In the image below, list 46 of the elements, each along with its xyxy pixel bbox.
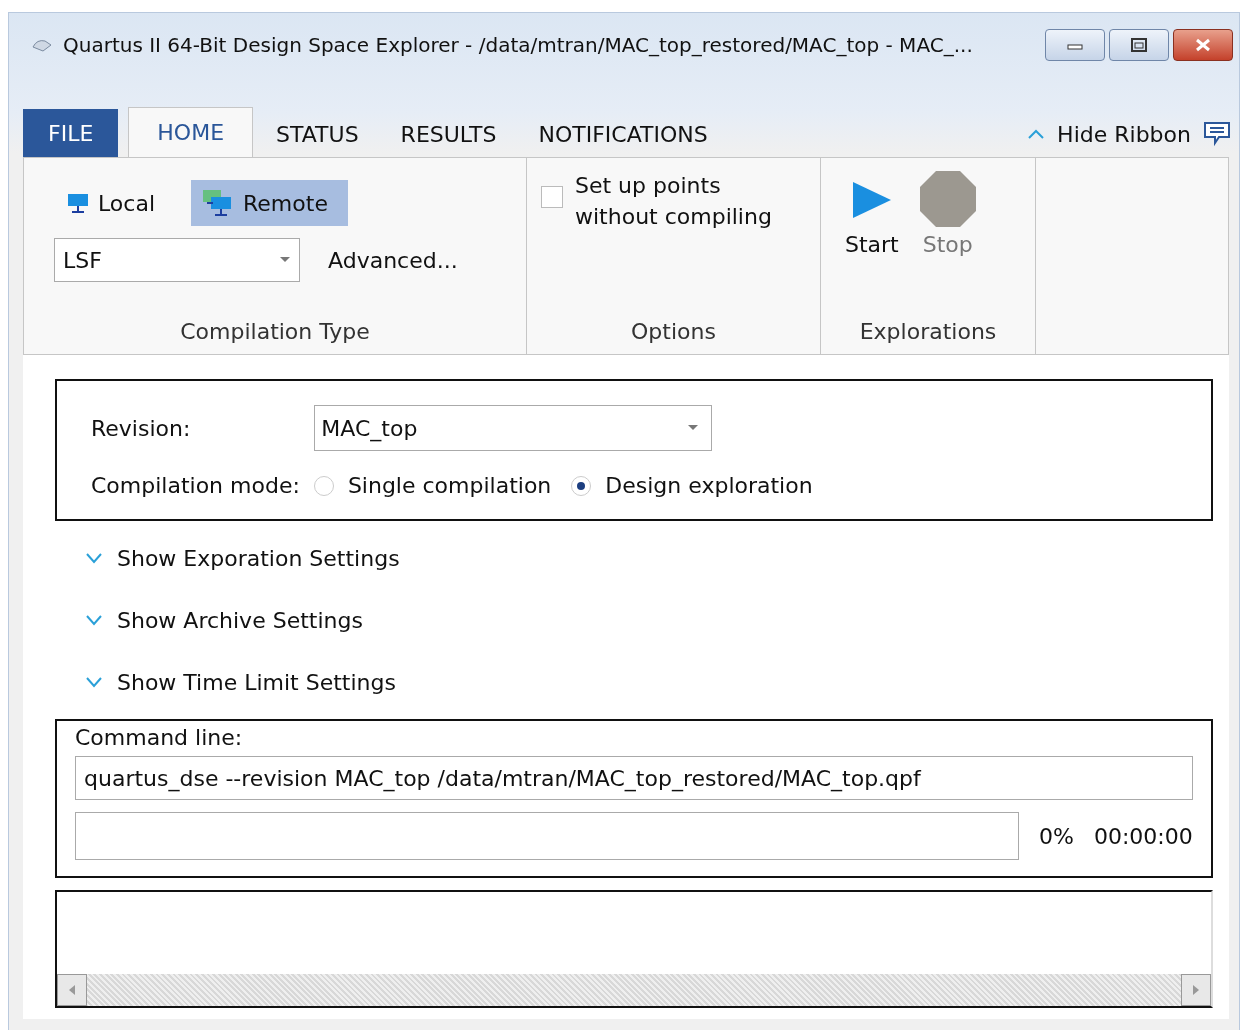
local-button[interactable]: Local xyxy=(56,180,176,226)
checkbox-label: Set up points without compiling xyxy=(575,172,773,231)
maximize-icon xyxy=(1130,38,1148,52)
elapsed-time: 00:00:00 xyxy=(1093,823,1193,849)
ribbon-tab[interactable]: STATUS xyxy=(257,111,378,157)
radio-button[interactable] xyxy=(313,475,334,496)
progress-percent: 0% xyxy=(1039,823,1074,849)
monitor-icon xyxy=(66,192,90,214)
stop-icon xyxy=(918,170,977,228)
window-title: Quartus II 64-Bit Design Space Explorer - /data/mtran/MAC_top_restored/MAC_top - MAC_... xyxy=(63,33,974,57)
radio-label: Single compilation xyxy=(347,473,552,498)
maximize-button[interactable] xyxy=(1109,29,1169,61)
ribbon-tab[interactable]: RESULTS xyxy=(381,111,516,157)
field-label: Compilation mode: xyxy=(91,473,300,498)
app-icon xyxy=(31,37,53,53)
expander-link[interactable]: Show Archive Settings xyxy=(117,607,363,633)
group-title: Options xyxy=(630,319,717,344)
revision-dropdown[interactable]: MAC_top xyxy=(314,405,713,451)
field-label: Revision: xyxy=(91,415,191,441)
advanced-button[interactable]: Advanced... xyxy=(328,247,458,273)
scroll-right-icon xyxy=(1192,984,1200,996)
caret-icon xyxy=(687,424,700,432)
field-label: Command line: xyxy=(75,725,244,750)
remote-button[interactable]: Remote xyxy=(191,180,348,226)
file-tab[interactable]: FILE xyxy=(23,109,119,157)
chevron-up-icon xyxy=(1027,128,1046,140)
expander-link[interactable]: Show Time Limit Settings xyxy=(117,669,396,695)
radio-button[interactable] xyxy=(571,475,592,496)
horizontal-scrollbar[interactable] xyxy=(57,974,1211,1006)
play-icon xyxy=(850,180,893,220)
caret-icon xyxy=(279,256,291,264)
ribbon-tab[interactable]: NOTIFICATIONS xyxy=(519,111,727,157)
command-field[interactable]: quartus_dse --revision MAC_top /data/mtran/MAC_top_restored/MAC_top.qpf xyxy=(75,756,1193,800)
expander-link[interactable]: Show Exporation Settings xyxy=(117,545,400,571)
close-icon xyxy=(1194,38,1212,52)
start-button[interactable]: Start xyxy=(845,170,899,319)
scroll-left-icon xyxy=(68,984,76,996)
group-title: Compilation Type xyxy=(179,319,371,344)
ribbon-tab[interactable]: HOME xyxy=(128,107,254,157)
checkbox[interactable] xyxy=(541,186,563,208)
radio-label: Design exploration xyxy=(605,473,813,498)
hide-ribbon-button[interactable]: Hide Ribbon xyxy=(1057,121,1191,147)
comment-icon xyxy=(1203,121,1231,147)
group-title: Explorations xyxy=(858,319,998,344)
close-button[interactable] xyxy=(1173,29,1233,61)
scheduler-dropdown[interactable]: LSF xyxy=(54,238,300,282)
